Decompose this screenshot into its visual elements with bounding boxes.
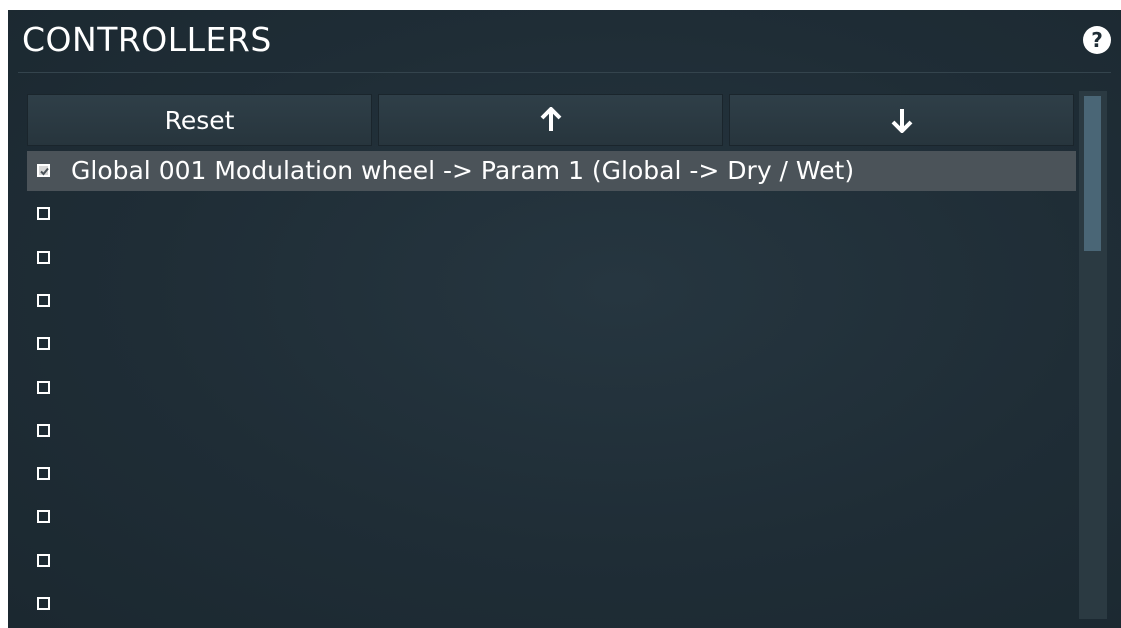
list-item[interactable] (27, 454, 1076, 494)
list-item[interactable] (27, 368, 1076, 408)
checkbox[interactable] (37, 510, 50, 523)
checkbox[interactable] (37, 207, 50, 220)
arrow-down-icon (891, 107, 913, 133)
list-item[interactable] (27, 541, 1076, 581)
checkbox[interactable] (37, 294, 50, 307)
list-item[interactable] (27, 238, 1076, 278)
checkbox[interactable] (37, 554, 50, 567)
checkbox[interactable] (37, 381, 50, 394)
list-item[interactable] (27, 194, 1076, 234)
controller-list: Global 001 Modulation wheel -> Param 1 (… (27, 151, 1076, 628)
checkmark-icon (40, 167, 49, 176)
panel-header: CONTROLLERS ? (18, 10, 1111, 73)
checkbox-checked[interactable] (37, 164, 50, 177)
arrow-up-icon (540, 107, 562, 133)
list-item[interactable] (27, 584, 1076, 624)
list-item[interactable] (27, 281, 1076, 321)
move-up-button[interactable] (378, 94, 723, 146)
list-item[interactable] (27, 324, 1076, 364)
reset-button-label: Reset (164, 105, 235, 135)
panel-title: CONTROLLERS (22, 20, 272, 59)
scrollbar[interactable] (1079, 91, 1107, 619)
question-mark-icon[interactable]: ? (1083, 26, 1111, 54)
list-item[interactable]: Global 001 Modulation wheel -> Param 1 (… (27, 151, 1076, 191)
reset-button[interactable]: Reset (27, 94, 372, 146)
checkbox[interactable] (37, 251, 50, 264)
list-item[interactable] (27, 497, 1076, 537)
checkbox[interactable] (37, 467, 50, 480)
checkbox[interactable] (37, 337, 50, 350)
list-item-label: Global 001 Modulation wheel -> Param 1 (… (71, 156, 855, 185)
controllers-panel: CONTROLLERS ? Reset Global 001 Modulatio… (8, 10, 1121, 628)
move-down-button[interactable] (729, 94, 1074, 146)
checkbox[interactable] (37, 424, 50, 437)
checkbox[interactable] (37, 597, 50, 610)
scrollbar-thumb[interactable] (1084, 96, 1101, 251)
list-item[interactable] (27, 411, 1076, 451)
